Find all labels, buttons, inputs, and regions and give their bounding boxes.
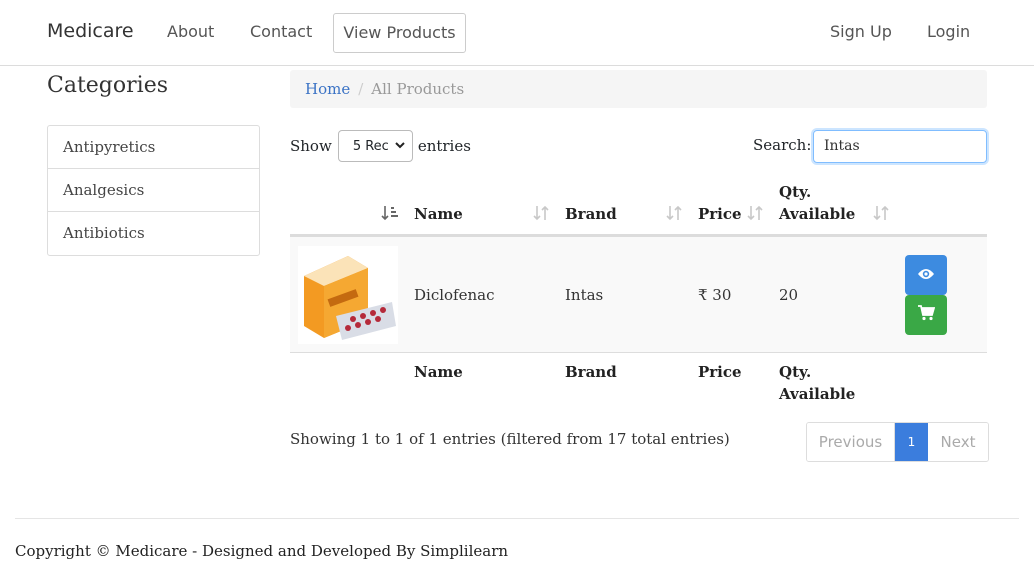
sort-active-icon[interactable] xyxy=(381,204,399,226)
sort-icon[interactable] xyxy=(872,204,890,226)
navbar: Medicare About Contact View Products Sig… xyxy=(0,0,1034,66)
cell-price: ₹ 30 xyxy=(698,286,732,304)
footer-text: Copyright © Medicare - Designed and Deve… xyxy=(15,542,509,560)
column-header-name[interactable]: Name xyxy=(414,205,463,223)
categories-heading: Categories xyxy=(47,73,168,98)
column-header-brand[interactable]: Brand xyxy=(565,205,617,223)
sort-icon[interactable] xyxy=(532,204,550,226)
cart-icon xyxy=(917,305,936,325)
search-input[interactable]: Intas xyxy=(813,130,987,163)
sort-icon[interactable] xyxy=(746,204,764,226)
add-to-cart-button[interactable] xyxy=(905,295,947,335)
entries-label: entries xyxy=(417,137,471,155)
product-image xyxy=(298,246,398,344)
category-item-antipyretics[interactable]: Antipyretics xyxy=(48,126,259,169)
table-info: Showing 1 to 1 of 1 entries (filtered fr… xyxy=(290,430,730,448)
entries-per-page-select[interactable]: 5 Rec xyxy=(337,130,413,162)
search-label: Search: xyxy=(753,136,812,154)
cell-brand: Intas xyxy=(565,286,604,304)
breadcrumb-home-link[interactable]: Home xyxy=(305,80,350,98)
category-list: Antipyretics Analgesics Antibiotics xyxy=(47,125,260,256)
footer-header-qty-line2: Available xyxy=(779,385,856,403)
view-product-button[interactable] xyxy=(905,255,947,295)
footer-header-qty-line1: Qty. xyxy=(779,363,812,381)
footer-header-brand: Brand xyxy=(565,363,617,381)
footer-header-price: Price xyxy=(698,363,742,381)
category-item-analgesics[interactable]: Analgesics xyxy=(48,169,259,212)
eye-icon xyxy=(917,266,935,285)
page-1-button[interactable]: 1 xyxy=(895,423,928,461)
nav-about-link[interactable]: About xyxy=(167,22,214,41)
previous-page-button[interactable]: Previous xyxy=(807,423,895,461)
login-link[interactable]: Login xyxy=(927,22,970,41)
select-value: 5 Rec xyxy=(352,138,389,154)
brand-link[interactable]: Medicare xyxy=(47,20,134,42)
chevron-down-icon xyxy=(394,139,406,154)
view-products-button[interactable]: View Products xyxy=(333,13,466,53)
column-header-price[interactable]: Price xyxy=(698,205,742,223)
column-header-qty-line1[interactable]: Qty. xyxy=(779,183,811,201)
footer-header-name: Name xyxy=(414,363,463,381)
column-header-qty-line2[interactable]: Available xyxy=(779,205,855,223)
pagination: Previous 1 Next xyxy=(806,422,989,462)
sign-up-link[interactable]: Sign Up xyxy=(830,22,892,41)
next-page-button[interactable]: Next xyxy=(928,423,988,461)
cell-name: Diclofenac xyxy=(414,286,495,304)
nav-contact-link[interactable]: Contact xyxy=(250,22,312,41)
breadcrumb-current: All Products xyxy=(371,80,465,98)
sort-icon[interactable] xyxy=(665,204,683,226)
category-item-antibiotics[interactable]: Antibiotics xyxy=(48,212,259,255)
breadcrumb: Home / All Products xyxy=(290,70,987,108)
cell-qty: 20 xyxy=(779,286,799,304)
show-label: Show xyxy=(290,137,332,155)
breadcrumb-separator: / xyxy=(358,80,364,98)
footer-divider xyxy=(15,518,1019,519)
show-entries-control: Show 5 Rec entries xyxy=(290,130,471,162)
